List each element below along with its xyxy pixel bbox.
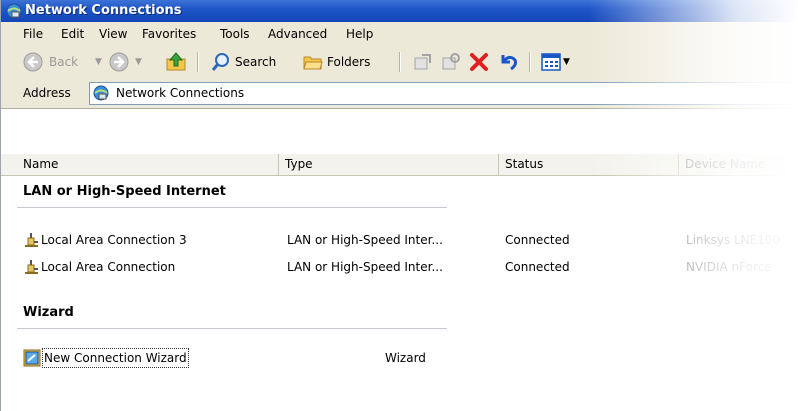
connection-type: LAN or High-Speed Inter...	[287, 233, 443, 247]
wizard-type: Wizard	[385, 351, 426, 365]
back-label: Back	[49, 55, 79, 69]
toolbar-separator	[197, 52, 199, 72]
back-dropdown-icon[interactable]: ▼	[95, 46, 102, 78]
explorer-window: Network Connections File Edit View Favor…	[0, 0, 798, 411]
menu-favorites[interactable]: Favorites	[142, 22, 196, 46]
group-header-wizard: Wizard	[23, 305, 74, 320]
folders-icon	[303, 56, 323, 70]
toolbar-separator	[399, 52, 401, 72]
lan-connection-icon	[25, 233, 38, 247]
undo-icon[interactable]	[497, 51, 519, 73]
network-connections-icon	[6, 3, 22, 19]
connection-name: Local Area Connection	[41, 260, 176, 274]
menu-help[interactable]: Help	[346, 22, 373, 46]
column-header-name-label: Name	[23, 157, 59, 171]
folders-label: Folders	[327, 55, 371, 69]
delete-icon[interactable]	[468, 51, 490, 73]
list-item[interactable]: Local Area Connection 3 LAN or High-Spee…	[1, 230, 798, 250]
address-label: Address	[23, 86, 71, 100]
search-icon	[211, 53, 229, 71]
lan-connection-icon	[25, 260, 38, 274]
column-header-bar: Name Type Status Device Name	[1, 154, 798, 176]
move-to-icon[interactable]	[413, 52, 433, 72]
forward-arrow-icon	[109, 52, 129, 72]
toolbar-separator	[529, 52, 531, 72]
column-header-status[interactable]: Status	[499, 154, 679, 175]
group-divider	[17, 207, 447, 208]
menu-file[interactable]: File	[23, 22, 43, 46]
address-input[interactable]: Network Connections	[89, 82, 798, 105]
menu-edit[interactable]: Edit	[61, 22, 84, 46]
menu-view[interactable]: View	[99, 22, 127, 46]
column-header-type[interactable]: Type	[279, 154, 499, 175]
wizard-name: New Connection Wizard	[42, 348, 189, 368]
connection-status: Connected	[505, 260, 570, 274]
column-header-status-label: Status	[505, 157, 544, 171]
menu-bar: File Edit View Favorites Tools Advanced …	[1, 22, 798, 47]
network-connections-icon	[93, 85, 109, 101]
column-header-type-label: Type	[285, 157, 313, 171]
title-bar[interactable]: Network Connections	[1, 0, 798, 22]
list-item[interactable]: New Connection Wizard Wizard	[1, 348, 798, 368]
column-header-device-name[interactable]: Device Name	[679, 154, 798, 175]
window-title: Network Connections	[25, 3, 182, 18]
list-item[interactable]: Local Area Connection LAN or High-Speed …	[1, 257, 798, 277]
forward-dropdown-icon[interactable]: ▼	[135, 46, 142, 78]
column-header-name[interactable]: Name	[17, 154, 279, 175]
copy-to-icon[interactable]	[441, 52, 461, 72]
back-arrow-icon	[23, 52, 43, 72]
menu-advanced[interactable]: Advanced	[268, 22, 327, 46]
group-header-lan: LAN or High-Speed Internet	[23, 184, 226, 199]
connection-wizard-icon	[23, 349, 41, 367]
column-header-device-name-label: Device Name	[685, 157, 766, 171]
connection-device: Linksys LNE100	[686, 233, 781, 247]
up-folder-icon[interactable]	[165, 51, 187, 73]
views-dropdown-icon: ▼	[563, 57, 570, 67]
toolbar: Back ▼ ▼ Search Folders ▼	[1, 46, 798, 79]
group-divider	[17, 328, 447, 329]
address-value: Network Connections	[116, 86, 245, 100]
bottom-fade	[1, 397, 798, 411]
search-label: Search	[235, 55, 277, 69]
address-bar: Address Network Connections	[1, 78, 798, 109]
connection-device: NVIDIA nForce	[686, 260, 772, 274]
connection-type: LAN or High-Speed Inter...	[287, 260, 443, 274]
connection-status: Connected	[505, 233, 570, 247]
connection-name: Local Area Connection 3	[41, 233, 187, 247]
views-icon	[541, 53, 561, 71]
menu-tools[interactable]: Tools	[220, 22, 250, 46]
